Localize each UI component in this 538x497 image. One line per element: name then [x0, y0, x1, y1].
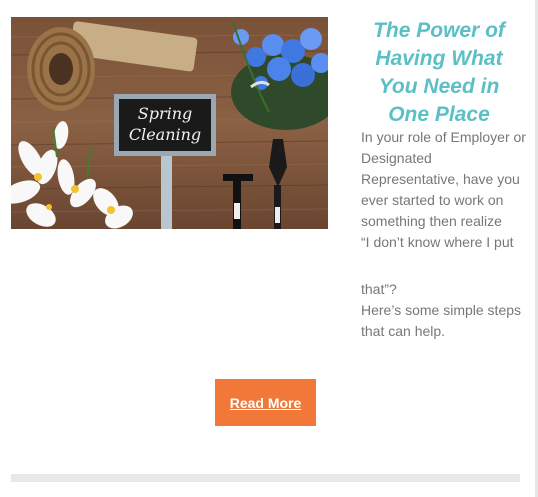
svg-text:Cleaning: Cleaning	[129, 125, 201, 144]
summary-quote-end: that”?	[361, 281, 397, 297]
article-image[interactable]: Spring Cleaning	[11, 17, 328, 229]
summary-paragraph-1: In your role of Employer or Designated R…	[361, 129, 526, 229]
blue-flowers-icon	[231, 21, 328, 130]
section-divider	[11, 474, 520, 482]
read-more-button[interactable]: Read More	[215, 379, 316, 426]
article-summary: In your role of Employer or Designated R…	[361, 127, 526, 342]
svg-text:Spring: Spring	[138, 104, 193, 123]
article-title: The Power of Having What You Need in One…	[373, 19, 505, 126]
summary-quote-line: “I don’t know where I put	[361, 234, 514, 250]
summary-paragraph-2: Here’s some simple steps that can help.	[361, 302, 522, 339]
spring-cleaning-photo: Spring Cleaning	[11, 17, 328, 229]
